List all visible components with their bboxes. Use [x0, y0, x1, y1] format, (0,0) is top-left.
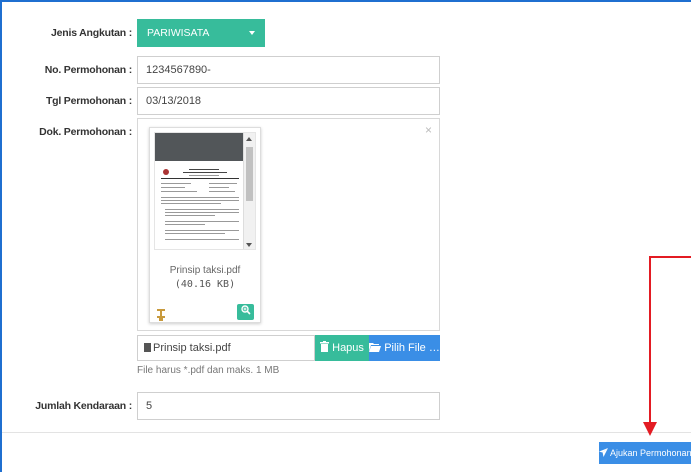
- paper-plane-icon: [599, 448, 608, 457]
- footer-divider: [2, 432, 691, 433]
- pilih-file-label: Pilih File …: [384, 342, 440, 354]
- annotation-arrow-horizontal: [650, 256, 691, 258]
- scroll-up-icon[interactable]: [246, 137, 252, 141]
- preview-file-name: Prinsip taksi.pdf: [169, 265, 241, 276]
- jenis-angkutan-value: PARIWISATA: [147, 27, 210, 39]
- ajukan-permohonan-label: Ajukan Permohonan: [610, 448, 691, 458]
- annotation-arrow-vertical: [649, 256, 651, 422]
- no-permohonan-input[interactable]: 1234567890-: [137, 56, 440, 84]
- ajukan-permohonan-button[interactable]: Ajukan Permohonan: [599, 442, 691, 464]
- jenis-angkutan-label: Jenis Angkutan :: [50, 27, 132, 39]
- pdf-page-thumbnail: [159, 165, 241, 247]
- no-permohonan-label: No. Permohonan :: [44, 64, 132, 76]
- scroll-down-icon[interactable]: [246, 243, 252, 247]
- preview-scrollbar[interactable]: [243, 133, 255, 249]
- jumlah-kendaraan-input[interactable]: 5: [137, 392, 440, 420]
- file-hint-text: File harus *.pdf dan maks. 1 MB: [137, 365, 280, 376]
- close-icon[interactable]: ×: [425, 123, 432, 137]
- preview-file-size: (40.16 KB): [174, 279, 236, 290]
- pilih-file-button[interactable]: Pilih File …: [369, 335, 440, 361]
- caret-down-icon: [249, 31, 255, 35]
- pdf-preview: [154, 132, 256, 250]
- jumlah-kendaraan-label: Jumlah Kendaraan :: [35, 400, 132, 412]
- drag-handle-icon[interactable]: [156, 308, 168, 322]
- tgl-permohonan-label: Tgl Permohonan :: [45, 95, 132, 107]
- jenis-angkutan-select[interactable]: PARIWISATA: [137, 19, 265, 47]
- hapus-label: Hapus: [332, 342, 364, 354]
- folder-open-icon: [369, 343, 382, 352]
- file-preview-card: Prinsip taksi.pdf (40.16 KB): [149, 127, 261, 323]
- file-caption-input[interactable]: Prinsip taksi.pdf: [137, 335, 315, 361]
- hapus-button[interactable]: Hapus: [315, 335, 369, 361]
- dok-permohonan-label: Dok. Permohonan :: [39, 126, 132, 138]
- file-icon: [144, 343, 151, 352]
- file-caption-value: Prinsip taksi.pdf: [153, 342, 231, 354]
- file-drop-zone[interactable]: × Prinsip taksi.pdf (40.16 KB): [137, 118, 440, 331]
- annotation-arrow-head: [643, 422, 657, 436]
- tgl-permohonan-input[interactable]: 03/13/2018: [137, 87, 440, 115]
- zoom-icon[interactable]: [237, 304, 254, 320]
- trash-icon: [320, 341, 330, 352]
